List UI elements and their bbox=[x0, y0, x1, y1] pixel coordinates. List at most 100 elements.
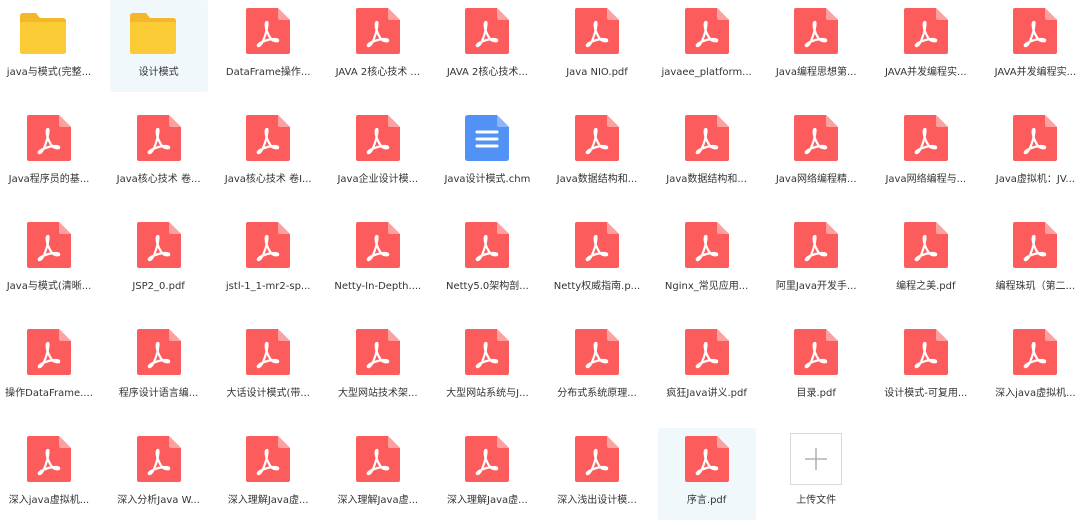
file-name: jstl-1_1-mr2-sp... bbox=[225, 281, 311, 292]
file-item[interactable]: Java网络编程与... bbox=[877, 107, 975, 199]
file-name: 深入理解Java虚... bbox=[447, 495, 528, 506]
file-name: Java程序员的基... bbox=[8, 174, 90, 185]
file-item[interactable]: JAVA并发编程实... bbox=[877, 0, 975, 92]
pdf-icon bbox=[246, 329, 291, 375]
file-item[interactable]: jstl-1_1-mr2-sp... bbox=[219, 214, 317, 306]
file-name: Java核心技术 卷... bbox=[116, 174, 201, 185]
file-item[interactable]: JSP2_0.pdf bbox=[110, 214, 208, 306]
file-item[interactable]: Java核心技术 卷... bbox=[110, 107, 208, 199]
pdf-icon bbox=[246, 8, 291, 54]
pdf-icon bbox=[684, 8, 729, 54]
folder-item[interactable]: 设计模式 bbox=[109, 0, 208, 92]
file-item[interactable]: 序言.pdf bbox=[657, 428, 756, 520]
pdf-icon bbox=[575, 329, 619, 375]
file-item[interactable]: 目录.pdf bbox=[767, 321, 865, 413]
file-item[interactable]: 深入理解Java虚... bbox=[438, 428, 536, 520]
file-item[interactable]: Java虚拟机：JV... bbox=[986, 107, 1080, 199]
file-item[interactable]: 疯狂Java讲义.pdf bbox=[658, 321, 756, 413]
file-item[interactable]: 深入java虚拟机... bbox=[986, 321, 1080, 413]
pdf-icon bbox=[1013, 329, 1058, 375]
file-item[interactable]: 大话设计模式(带... bbox=[219, 321, 317, 413]
file-item[interactable]: 大型网站系统与J... bbox=[438, 321, 536, 413]
pdf-icon bbox=[794, 222, 839, 268]
pdf-icon bbox=[794, 115, 839, 161]
file-item[interactable]: Java企业设计模... bbox=[329, 107, 427, 199]
file-item[interactable]: Java程序员的基... bbox=[0, 107, 98, 199]
file-item[interactable]: 阿里Java开发手... bbox=[767, 214, 865, 306]
pdf-icon bbox=[684, 436, 729, 482]
file-name: 深入理解Java虚... bbox=[337, 495, 419, 506]
pdf-icon bbox=[684, 329, 729, 375]
file-item[interactable]: 深入java虚拟机... bbox=[0, 428, 98, 520]
file-item[interactable]: Java数据结构和... bbox=[548, 107, 646, 199]
file-name: 疯狂Java讲义.pdf bbox=[666, 388, 747, 399]
file-name: Java企业设计模... bbox=[337, 174, 419, 185]
file-name: 深入java虚拟机... bbox=[995, 388, 1076, 399]
file-item[interactable]: Java编程思想第... bbox=[767, 0, 865, 92]
file-item[interactable]: Netty权威指南.p... bbox=[548, 214, 646, 306]
file-item[interactable]: Netty-In-Depth.... bbox=[329, 214, 427, 306]
file-name: Java编程思想第... bbox=[775, 67, 857, 78]
pdf-icon bbox=[246, 222, 291, 268]
file-item[interactable]: 深入理解Java虚... bbox=[219, 428, 317, 520]
file-item[interactable]: Java数据结构和... bbox=[658, 107, 756, 199]
file-item[interactable]: 编程珠玑（第二... bbox=[986, 214, 1080, 306]
pdf-icon bbox=[246, 436, 291, 482]
plus-icon bbox=[790, 433, 843, 485]
file-item[interactable]: Java设计模式.chm bbox=[438, 107, 536, 199]
file-name: Java NIO.pdf bbox=[566, 67, 628, 78]
folder-icon bbox=[128, 10, 176, 56]
pdf-icon bbox=[903, 115, 948, 161]
file-item[interactable]: DataFrame操作... bbox=[219, 0, 317, 92]
pdf-icon bbox=[355, 222, 400, 268]
pdf-icon bbox=[903, 329, 948, 375]
file-item[interactable]: 设计模式-可复用... bbox=[877, 321, 975, 413]
upload-file-button[interactable]: 上传文件 bbox=[767, 428, 865, 520]
file-item[interactable]: 分布式系统原理... bbox=[548, 321, 646, 413]
pdf-icon bbox=[465, 8, 510, 54]
file-name: Netty-In-Depth.... bbox=[334, 281, 422, 292]
file-item[interactable]: 编程之美.pdf bbox=[877, 214, 975, 306]
file-name: Java虚拟机：JV... bbox=[995, 174, 1075, 185]
file-item[interactable]: 深入分析Java W... bbox=[110, 428, 208, 520]
file-name: 设计模式 bbox=[138, 67, 179, 78]
pdf-icon bbox=[27, 329, 71, 375]
file-name: 大型网站技术架... bbox=[338, 388, 418, 399]
file-name: Java网络编程与... bbox=[885, 174, 967, 185]
file-name: Java设计模式.chm bbox=[444, 174, 531, 185]
folder-icon bbox=[18, 10, 66, 56]
file-item[interactable]: Java与模式(清晰... bbox=[0, 214, 98, 306]
file-name: 深入java虚拟机... bbox=[8, 495, 90, 506]
file-item[interactable]: JAVA 2核心技术 ... bbox=[329, 0, 427, 92]
file-name: 深入分析Java W... bbox=[117, 495, 200, 506]
file-name: 大话设计模式(带... bbox=[226, 388, 310, 399]
pdf-icon bbox=[27, 222, 71, 268]
file-item[interactable]: Nginx_常见应用... bbox=[658, 214, 756, 306]
pdf-icon bbox=[355, 436, 400, 482]
file-item[interactable]: Java核心技术 卷I... bbox=[219, 107, 317, 199]
pdf-icon bbox=[355, 8, 400, 54]
file-name: JAVA并发编程实... bbox=[994, 67, 1077, 78]
file-item[interactable]: Netty5.0架构剖... bbox=[438, 214, 536, 306]
file-item[interactable]: javaee_platform... bbox=[658, 0, 756, 92]
file-item[interactable]: JAVA并发编程实... bbox=[986, 0, 1080, 92]
file-item[interactable]: 大型网站技术架... bbox=[329, 321, 427, 413]
pdf-icon bbox=[575, 222, 619, 268]
file-item[interactable]: JAVA 2核心技术... bbox=[438, 0, 536, 92]
file-name: javaee_platform... bbox=[661, 67, 752, 78]
pdf-icon bbox=[575, 8, 619, 54]
folder-item[interactable]: java与模式(完整... bbox=[0, 0, 98, 92]
file-item[interactable]: 程序设计语言编... bbox=[110, 321, 208, 413]
pdf-icon bbox=[136, 115, 181, 161]
file-item[interactable]: 操作DataFrame.... bbox=[0, 321, 98, 413]
file-item[interactable]: Java NIO.pdf bbox=[548, 0, 646, 92]
file-item[interactable]: 深入浅出设计模... bbox=[548, 428, 646, 520]
file-name: DataFrame操作... bbox=[225, 67, 311, 78]
file-name: 阿里Java开发手... bbox=[775, 281, 857, 292]
file-name: JAVA并发编程实... bbox=[885, 67, 967, 78]
pdf-icon bbox=[136, 329, 181, 375]
file-item[interactable]: Java网络编程精... bbox=[767, 107, 865, 199]
file-item[interactable]: 深入理解Java虚... bbox=[329, 428, 427, 520]
pdf-icon bbox=[684, 115, 729, 161]
file-name: 设计模式-可复用... bbox=[884, 388, 968, 399]
